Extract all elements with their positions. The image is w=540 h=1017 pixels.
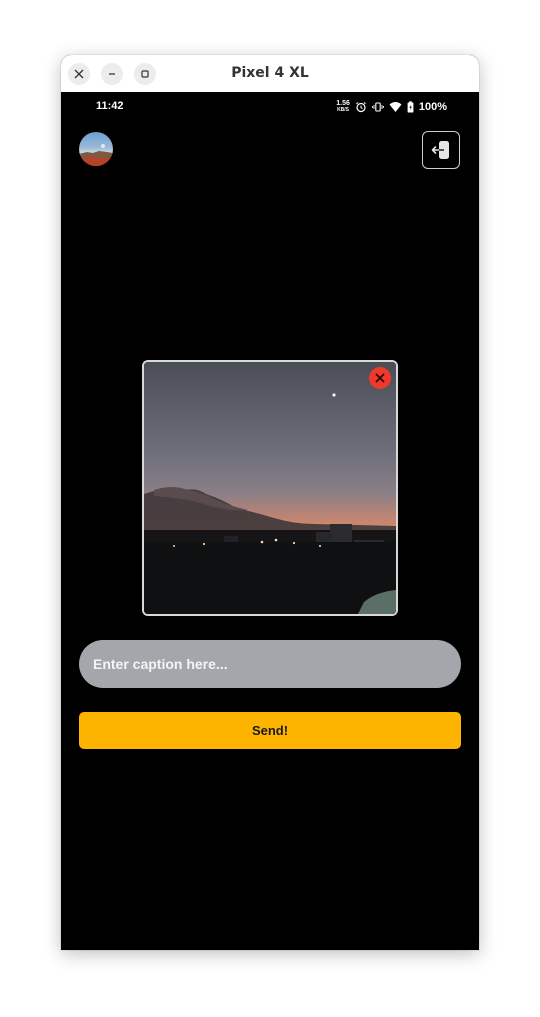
window-title: Pixel 4 XL bbox=[231, 65, 309, 81]
status-bar: 11:42 1.56 KB/S 100% bbox=[61, 92, 479, 122]
profile-avatar[interactable] bbox=[79, 132, 113, 166]
vibrate-icon bbox=[372, 102, 384, 112]
network-speed-unit: KB/S bbox=[337, 107, 350, 113]
send-button[interactable]: Send! bbox=[79, 712, 461, 749]
avatar-photo bbox=[79, 144, 113, 166]
close-icon bbox=[375, 373, 385, 383]
battery-percent: 100% bbox=[418, 101, 447, 113]
sunset-photo bbox=[144, 362, 396, 614]
caption-input[interactable] bbox=[79, 640, 461, 688]
battery-icon bbox=[407, 101, 414, 113]
alarm-icon bbox=[355, 102, 366, 113]
remove-photo-button[interactable] bbox=[369, 367, 391, 389]
wifi-icon bbox=[389, 102, 402, 112]
status-icons: 1.56 KB/S 100% bbox=[336, 99, 447, 115]
phone-screen: 11:42 1.56 KB/S 100% Enter caption here.… bbox=[61, 92, 479, 950]
emulator-window: Pixel 4 XL 11:42 1.56 KB/S 100% Enter ca… bbox=[61, 55, 479, 950]
status-time: 11:42 bbox=[96, 100, 124, 112]
logout-icon bbox=[431, 141, 449, 159]
selected-photo bbox=[142, 360, 398, 616]
title-bar: Pixel 4 XL bbox=[61, 55, 479, 93]
network-speed: 1.56 KB/S bbox=[336, 100, 350, 113]
exit-button[interactable] bbox=[422, 131, 460, 169]
